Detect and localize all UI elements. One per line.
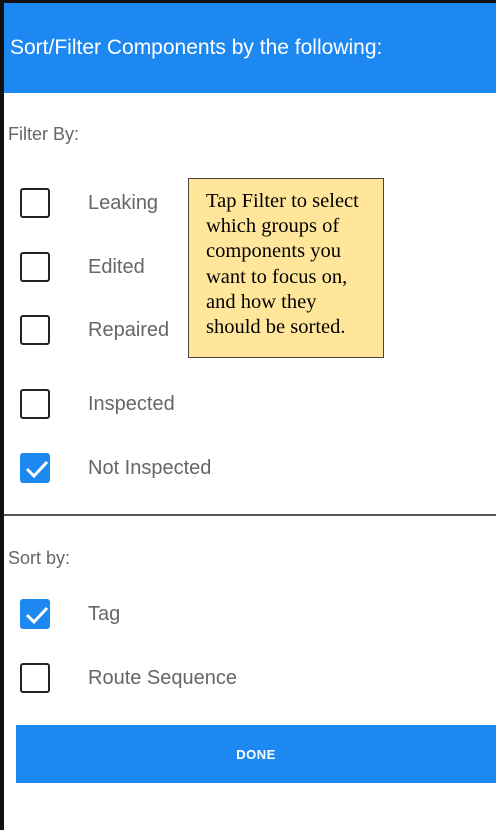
checkbox[interactable] bbox=[20, 252, 50, 282]
filter-item-leaking[interactable]: Leaking bbox=[20, 183, 158, 223]
sort-section-label: Sort by: bbox=[8, 548, 71, 568]
filter-item-not-inspected[interactable]: Not Inspected bbox=[20, 448, 211, 488]
screen: Sort/Filter Components by the following:… bbox=[0, 0, 496, 830]
dialog-header: Sort/Filter Components by the following: bbox=[4, 3, 496, 93]
tooltip-text: Tap Filter to select which groups of com… bbox=[206, 190, 359, 339]
filter-item-inspected[interactable]: Inspected bbox=[20, 384, 175, 424]
filter-item-label: Edited bbox=[88, 255, 145, 278]
checkmark-icon bbox=[25, 460, 49, 479]
sort-item-tag[interactable]: Tag bbox=[20, 594, 120, 634]
filter-item-label: Leaking bbox=[88, 191, 159, 214]
filter-item-repaired[interactable]: Repaired bbox=[20, 310, 169, 350]
section-divider bbox=[4, 514, 496, 516]
checkbox-checked[interactable] bbox=[20, 453, 50, 483]
frame-left-border bbox=[0, 0, 4, 830]
done-button[interactable]: DONE bbox=[16, 725, 496, 783]
checkbox[interactable] bbox=[20, 315, 50, 345]
sort-item-label: Route Sequence bbox=[88, 666, 238, 689]
dialog-title: Sort/Filter Components by the following: bbox=[10, 36, 383, 59]
sort-item-label: Tag bbox=[88, 602, 121, 625]
sort-item-route-sequence[interactable]: Route Sequence bbox=[20, 658, 237, 698]
checkbox[interactable] bbox=[20, 188, 50, 218]
filter-item-label: Inspected bbox=[88, 392, 175, 415]
filter-item-edited[interactable]: Edited bbox=[20, 247, 145, 287]
checkbox[interactable] bbox=[20, 663, 50, 693]
checkbox-checked[interactable] bbox=[20, 599, 50, 629]
filter-item-label: Repaired bbox=[88, 318, 170, 341]
done-button-label: DONE bbox=[236, 746, 276, 762]
filter-section-label: Filter By: bbox=[8, 124, 80, 144]
checkmark-icon bbox=[25, 606, 49, 625]
help-tooltip: Tap Filter to select which groups of com… bbox=[188, 178, 384, 358]
checkbox[interactable] bbox=[20, 389, 50, 419]
filter-item-label: Not Inspected bbox=[88, 456, 212, 479]
